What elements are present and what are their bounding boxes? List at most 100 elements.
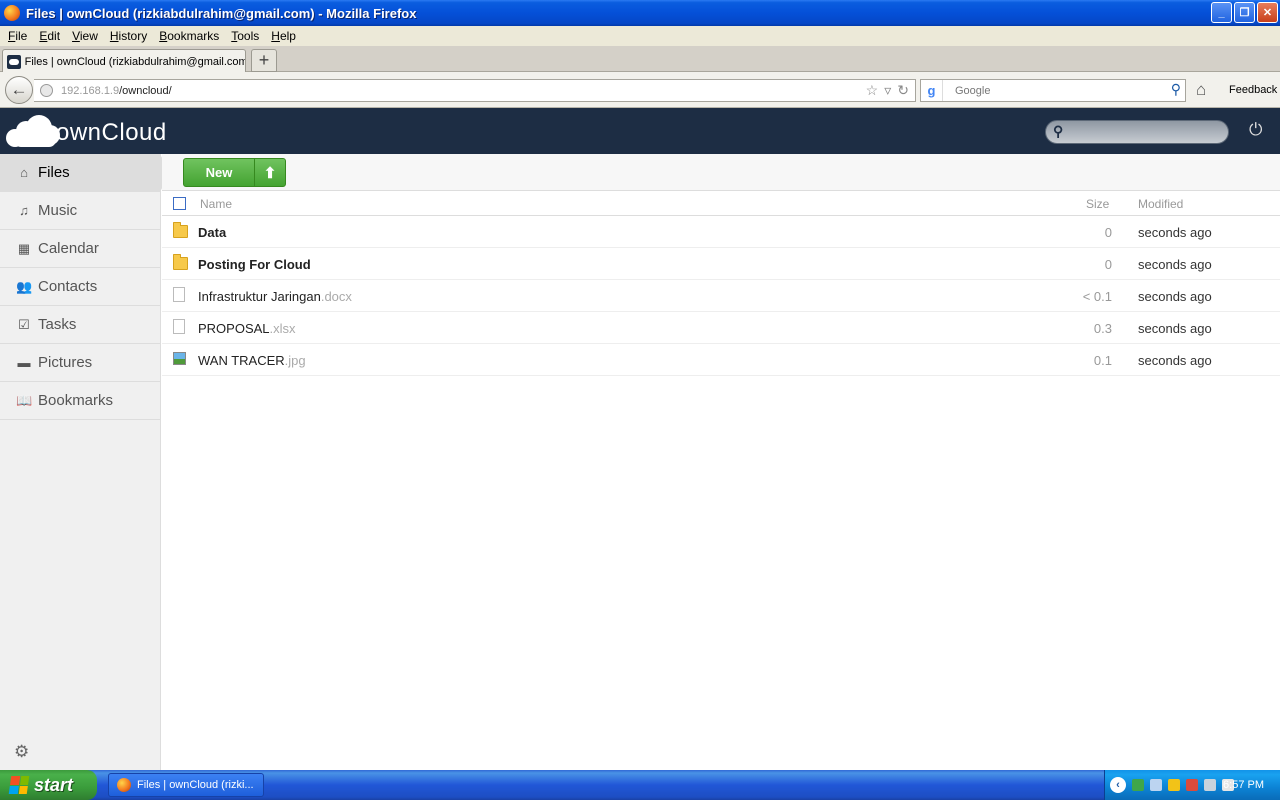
menu-tools[interactable]: Tools	[225, 29, 265, 43]
google-engine-icon[interactable]: g	[921, 80, 943, 101]
back-button[interactable]: ←	[5, 76, 33, 104]
url-host: 192.168.1.9	[61, 84, 120, 97]
file-size: 0	[1104, 257, 1112, 272]
menu-help[interactable]: Help	[265, 29, 302, 43]
upload-button[interactable]: ⬆	[254, 158, 286, 187]
upload-arrow-icon: ⬆	[263, 164, 277, 182]
file-size: 0.3	[1093, 321, 1112, 336]
nav-item-bookmarks[interactable]: 📖 Bookmarks	[0, 382, 160, 420]
search-icon: ⚲	[1053, 123, 1064, 139]
start-button[interactable]: start	[0, 770, 97, 800]
column-header-size[interactable]: Size	[1086, 197, 1109, 211]
table-row[interactable]: WAN TRACER.jpg 0.1 seconds ago	[162, 344, 1280, 376]
site-identity-icon[interactable]	[40, 84, 53, 97]
close-icon: ✕	[1262, 7, 1273, 19]
network-disconnected-icon[interactable]	[1186, 779, 1198, 791]
tray-expand-icon[interactable]: ‹	[1110, 777, 1126, 793]
table-row[interactable]: Posting For Cloud 0 seconds ago	[162, 248, 1280, 280]
file-name[interactable]: Infrastruktur Jaringan.docx	[198, 289, 352, 304]
nav-item-files[interactable]: ⌂ Files	[0, 154, 170, 192]
owncloud-logo[interactable]: ownCloud	[6, 115, 167, 147]
restore-icon: ❐	[1239, 7, 1250, 19]
file-name[interactable]: Posting For Cloud	[198, 257, 311, 272]
table-row[interactable]: Data 0 seconds ago	[162, 216, 1280, 248]
close-button[interactable]: ✕	[1257, 2, 1278, 23]
menu-history[interactable]: History	[104, 29, 153, 43]
minimize-icon: _	[1218, 6, 1225, 19]
clock: 6:57 PM	[1223, 779, 1264, 791]
display-icon[interactable]	[1150, 779, 1162, 791]
logout-button[interactable]: ⏻	[1249, 120, 1262, 140]
music-icon: ♫	[19, 203, 29, 218]
feedback-button[interactable]: Feedback	[1229, 84, 1277, 96]
browser-tab[interactable]: Files | ownCloud (rizkiabdulrahim@gmail.…	[2, 49, 246, 73]
file-name[interactable]: Data	[198, 225, 226, 240]
search-bar[interactable]: g Google ⚲	[920, 79, 1186, 102]
nav-item-contacts[interactable]: 👥 Contacts	[0, 268, 160, 306]
table-row[interactable]: Infrastruktur Jaringan.docx < 0.1 second…	[162, 280, 1280, 312]
file-name[interactable]: WAN TRACER.jpg	[198, 353, 306, 368]
new-button[interactable]: New	[183, 158, 255, 187]
folder-icon	[173, 254, 188, 270]
nav-item-label: Contacts	[38, 278, 98, 295]
menu-bar: File Edit View History Bookmarks Tools H…	[0, 26, 1280, 46]
firefox-icon	[4, 5, 20, 21]
home-icon: ⌂	[20, 165, 28, 180]
nav-item-music[interactable]: ♫ Music	[0, 192, 160, 230]
folder-icon	[173, 222, 188, 238]
document-icon	[173, 319, 185, 334]
bookmark-star-icon[interactable]: ☆	[866, 82, 879, 99]
owncloud-search-input[interactable]: ⚲	[1045, 120, 1229, 144]
nav-item-tasks[interactable]: ☑ Tasks	[0, 306, 160, 344]
document-icon	[173, 287, 185, 302]
new-tab-button[interactable]: +	[251, 49, 277, 72]
cloud-icon	[6, 115, 62, 147]
file-modified: seconds ago	[1138, 353, 1212, 368]
column-header-name[interactable]: Name	[200, 197, 232, 211]
column-header-modified[interactable]: Modified	[1138, 197, 1183, 211]
menu-edit[interactable]: Edit	[33, 29, 66, 43]
calendar-icon: ▦	[17, 240, 31, 256]
history-dropdown-icon[interactable]: ▿	[884, 82, 891, 99]
contacts-icon: 👥	[16, 278, 33, 294]
settings-gear-icon[interactable]: ⚙	[14, 742, 29, 762]
url-path: /owncloud/	[119, 84, 172, 97]
image-file-icon	[173, 352, 186, 365]
minimize-button[interactable]: _	[1211, 2, 1232, 23]
restore-button[interactable]: ❐	[1234, 2, 1255, 23]
files-controls-bar: New ⬆	[162, 154, 1280, 191]
window-controls: _ ❐ ✕	[1211, 2, 1278, 23]
security-shield-icon[interactable]	[1168, 779, 1180, 791]
window-title-bar[interactable]: Files | ownCloud (rizkiabdulrahim@gmail.…	[0, 0, 1280, 26]
power-icon: ⏻	[1249, 120, 1263, 139]
file-modified: seconds ago	[1138, 289, 1212, 304]
navigation-bar: 192.168.1.9/owncloud/ ☆ ▿ ↻ ← g Google ⚲…	[0, 72, 1280, 108]
menu-bookmarks[interactable]: Bookmarks	[153, 29, 225, 43]
menu-view[interactable]: View	[66, 29, 104, 43]
bookmarks-icon: 📖	[16, 392, 33, 408]
nav-item-pictures[interactable]: ▬ Pictures	[0, 344, 160, 382]
tasks-icon: ☑	[18, 316, 30, 332]
menu-file[interactable]: File	[2, 29, 33, 43]
nav-item-calendar[interactable]: ▦ Calendar	[0, 230, 160, 268]
address-bar-icons: ☆ ▿ ↻	[866, 82, 909, 99]
taskbar-item-firefox[interactable]: Files | ownCloud (rizki...	[108, 773, 264, 797]
file-list-table: Name Size Modified Data 0 seconds ago Po…	[162, 191, 1280, 376]
table-row[interactable]: PROPOSAL.xlsx 0.3 seconds ago	[162, 312, 1280, 344]
device-icon[interactable]	[1204, 779, 1216, 791]
search-placeholder: Google	[955, 84, 991, 97]
home-button[interactable]: ⌂	[1196, 80, 1206, 100]
app-navigation: ⌂ Files ♫ Music ▦ Calendar 👥 Contacts ☑ …	[0, 154, 170, 770]
taskbar-item-label: Files | ownCloud (rizki...	[137, 779, 254, 791]
file-size: 0.1	[1093, 353, 1112, 368]
firefox-icon	[117, 778, 131, 792]
address-bar[interactable]: 192.168.1.9/owncloud/ ☆ ▿ ↻	[34, 79, 916, 102]
owncloud-wordmark: ownCloud	[56, 119, 167, 146]
file-size: 0	[1104, 225, 1112, 240]
file-name[interactable]: PROPOSAL.xlsx	[198, 321, 296, 336]
search-icon[interactable]: ⚲	[1171, 81, 1181, 98]
network-icon[interactable]	[1132, 779, 1144, 791]
reload-icon[interactable]: ↻	[897, 82, 909, 99]
home-icon: ⌂	[1196, 80, 1207, 99]
select-all-checkbox[interactable]	[173, 197, 186, 210]
